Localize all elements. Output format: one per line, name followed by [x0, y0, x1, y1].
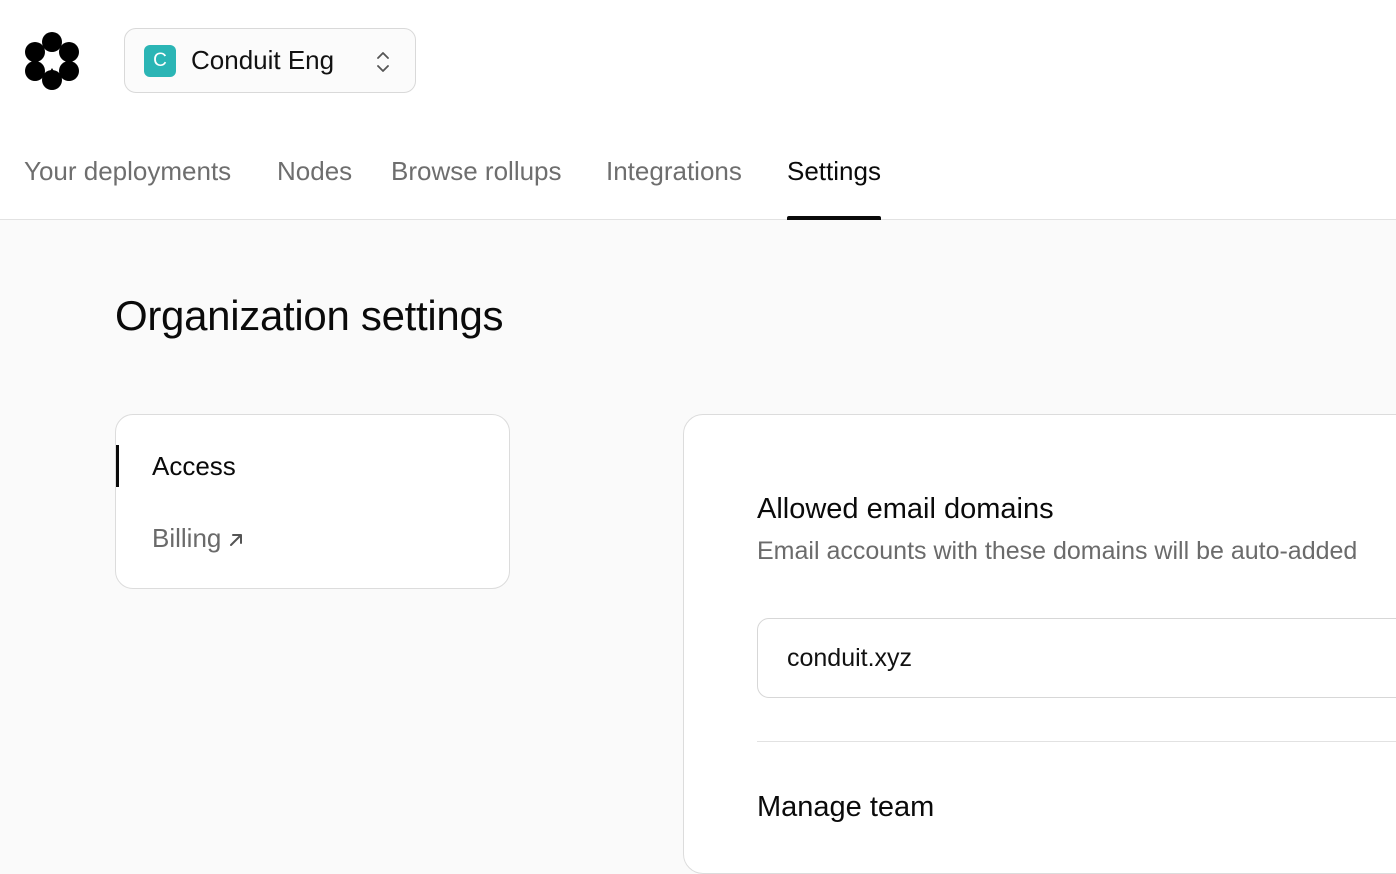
main-tabs: Your deployments Nodes Browse rollups In… — [0, 140, 1396, 220]
side-nav-label: Billing — [152, 523, 222, 553]
top-bar: C Conduit Eng Your deployments Nodes Bro… — [0, 0, 1396, 220]
side-nav-label: Access — [152, 451, 236, 481]
org-switcher[interactable]: C Conduit Eng — [124, 28, 416, 93]
tab-browse-rollups[interactable]: Browse rollups — [391, 140, 562, 219]
petal-logo-icon[interactable] — [24, 32, 80, 90]
allowed-domains-title: Allowed email domains — [757, 493, 1054, 525]
side-nav-label-wrap: Billing — [152, 523, 245, 554]
allowed-domain-input[interactable] — [757, 618, 1396, 698]
tab-integrations[interactable]: Integrations — [606, 140, 742, 219]
arrow-up-right-icon — [230, 534, 243, 547]
side-nav-item-billing[interactable]: Billing — [116, 517, 509, 559]
tab-label: Nodes — [277, 156, 353, 186]
settings-side-nav: Access Billing — [115, 414, 510, 589]
tab-label: Settings — [787, 156, 881, 186]
chevron-up-down-icon — [377, 52, 389, 72]
org-name: Conduit Eng — [191, 45, 335, 75]
side-nav-item-access[interactable]: Access — [116, 445, 509, 487]
page-title: Organization settings — [115, 292, 504, 339]
tab-label: Your deployments — [24, 156, 232, 186]
tab-your-deployments[interactable]: Your deployments — [24, 140, 231, 219]
tab-label: Browse rollups — [391, 156, 562, 186]
access-settings-panel: Allowed email domains Email accounts wit… — [683, 414, 1396, 874]
allowed-domains-description: Email accounts with these domains will b… — [757, 537, 1358, 565]
tab-label: Integrations — [606, 156, 742, 186]
section-divider — [757, 741, 1396, 742]
tab-settings[interactable]: Settings — [787, 140, 881, 220]
tab-nodes[interactable]: Nodes — [277, 140, 352, 219]
manage-team-title: Manage team — [757, 791, 935, 823]
org-avatar: C — [144, 44, 176, 77]
